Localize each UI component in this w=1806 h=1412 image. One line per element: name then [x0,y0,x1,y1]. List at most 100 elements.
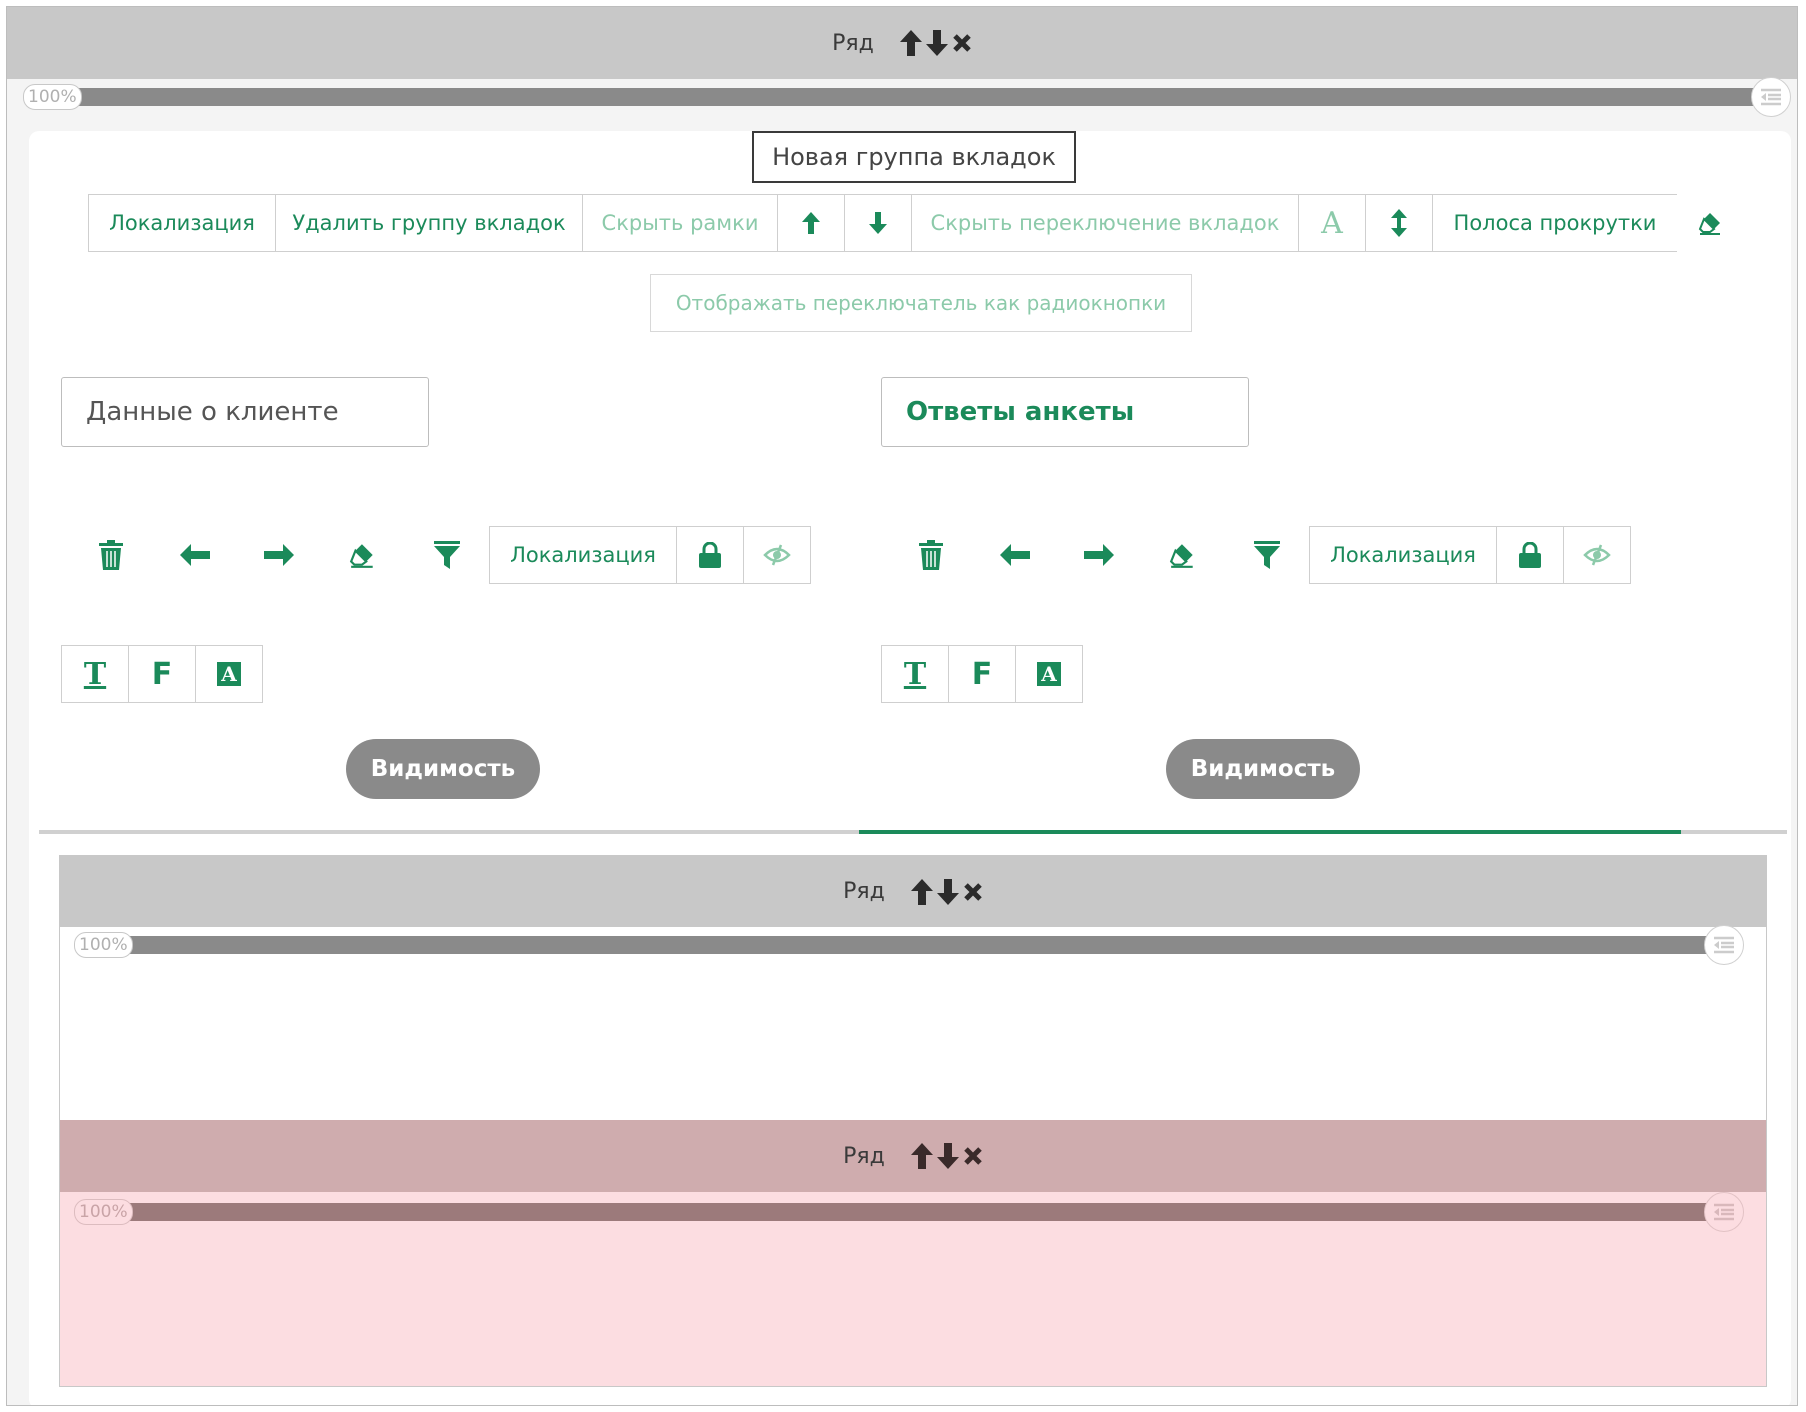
font-f-icon: F [971,656,993,692]
font-family-button[interactable]: F [128,645,196,703]
eraser-icon [349,544,373,568]
arrow-left-icon [1000,544,1030,566]
font-color-button[interactable]: A [195,645,263,703]
lock-button[interactable] [676,526,744,584]
row-actions [899,30,972,56]
slider-handle[interactable] [1704,925,1744,965]
eraser-icon [1698,213,1720,235]
text-underline-icon: T [903,656,927,692]
trash-icon [919,540,943,570]
tab-localization-button[interactable]: Локализация [489,526,677,584]
arrow-left-icon [180,544,210,566]
text-underline-icon: T [83,656,107,692]
text-style-button[interactable]: T [881,645,949,703]
font-color-icon: A [217,662,241,686]
tab-actions: Локализация [69,526,811,584]
tab-name-field[interactable]: Ответы анкеты [881,377,1249,447]
move-up-button[interactable] [777,194,845,252]
filter-button[interactable] [1225,526,1309,584]
move-right-button[interactable] [1057,526,1141,584]
visibility-button[interactable]: Видимость [1166,739,1360,799]
move-up-icon[interactable] [910,1143,933,1169]
lock-icon [699,542,721,568]
font-glyph-icon: A [1321,205,1343,241]
arrow-right-icon [264,544,294,566]
eye-slash-icon [763,544,791,566]
slider-handle[interactable] [1751,77,1791,117]
font-family-button[interactable]: F [948,645,1016,703]
height-button[interactable] [1365,194,1433,252]
font-color-icon: A [1037,662,1061,686]
font-button[interactable]: A [1298,194,1366,252]
move-down-button[interactable] [844,194,912,252]
filter-button[interactable] [405,526,489,584]
move-down-icon[interactable] [936,1143,959,1169]
clear-tab-button[interactable] [1141,526,1225,584]
close-icon[interactable] [963,882,983,902]
text-style-button[interactable]: T [61,645,129,703]
scrollbar-button[interactable]: Полоса прокрутки [1432,194,1678,252]
row-header: Ряд [60,856,1766,927]
hide-borders-button[interactable]: Скрыть рамки [582,194,778,252]
vertical-resize-icon [1391,209,1407,237]
delete-tab-group-button[interactable]: Удалить группу вкладок [275,194,583,252]
visibility-button[interactable]: Видимость [346,739,540,799]
tab-group-title[interactable]: Новая группа вкладок [752,131,1076,183]
tab-localization-button[interactable]: Локализация [1309,526,1497,584]
filter-icon [434,541,460,569]
tab-name-field[interactable]: Данные о клиенте [61,377,429,447]
filter-icon [1254,541,1280,569]
lock-icon [1519,542,1541,568]
lock-button[interactable] [1496,526,1564,584]
width-slider-track[interactable] [67,88,1767,106]
clear-tab-button[interactable] [321,526,405,584]
slider-handle[interactable] [1704,1192,1744,1232]
width-slider-track[interactable] [120,1203,1720,1221]
move-up-icon[interactable] [910,878,933,905]
width-slider-value: 100% [23,84,82,110]
font-f-icon: F [151,656,173,692]
move-left-button[interactable] [153,526,237,584]
trash-icon [99,540,123,570]
clear-format-button[interactable] [1677,194,1745,252]
list-indent-icon [1714,936,1734,954]
row-actions [910,878,983,905]
close-icon[interactable] [952,33,972,53]
row-label: Ряд [832,30,874,56]
arrow-up-icon [802,212,820,234]
hide-tab-switch-button[interactable]: Скрыть переключение вкладок [911,194,1299,252]
eraser-icon [1169,544,1193,568]
row-label: Ряд [843,1143,885,1169]
move-down-icon[interactable] [936,878,959,905]
move-up-icon[interactable] [899,30,922,56]
layout-editor: Ряд 100% Новая группа вкладок Локализаци… [6,6,1798,1406]
hide-tab-button[interactable] [1563,526,1631,584]
eye-slash-icon [1583,544,1611,566]
radio-switch-option[interactable]: Отображать переключатель как радиокнопки [650,274,1192,332]
text-format-group: T F A [61,645,263,703]
tab-content-panel: Ряд 100% Ряд 100% [59,855,1767,1387]
row-header-selected: Ряд [60,1120,1766,1192]
localization-button[interactable]: Локализация [88,194,276,252]
delete-tab-button[interactable] [889,526,973,584]
width-slider-value: 100% [74,1199,133,1225]
tab-actions: Локализация [889,526,1631,584]
arrow-right-icon [1084,544,1114,566]
active-tab-indicator [859,830,1681,834]
font-color-button[interactable]: A [1015,645,1083,703]
width-slider-value: 100% [74,932,133,958]
row-header: Ряд [7,7,1797,79]
hide-tab-button[interactable] [743,526,811,584]
delete-tab-button[interactable] [69,526,153,584]
move-left-button[interactable] [973,526,1057,584]
row-actions [910,1143,983,1169]
move-right-button[interactable] [237,526,321,584]
close-icon[interactable] [963,1146,983,1166]
tab-group-toolbar: Локализация Удалить группу вкладок Скрыт… [88,194,1745,252]
move-down-icon[interactable] [925,30,948,56]
list-indent-icon [1761,88,1781,106]
width-slider-track[interactable] [120,936,1720,954]
list-indent-icon [1714,1203,1734,1221]
text-format-group: T F A [881,645,1083,703]
row-label: Ряд [843,879,885,904]
